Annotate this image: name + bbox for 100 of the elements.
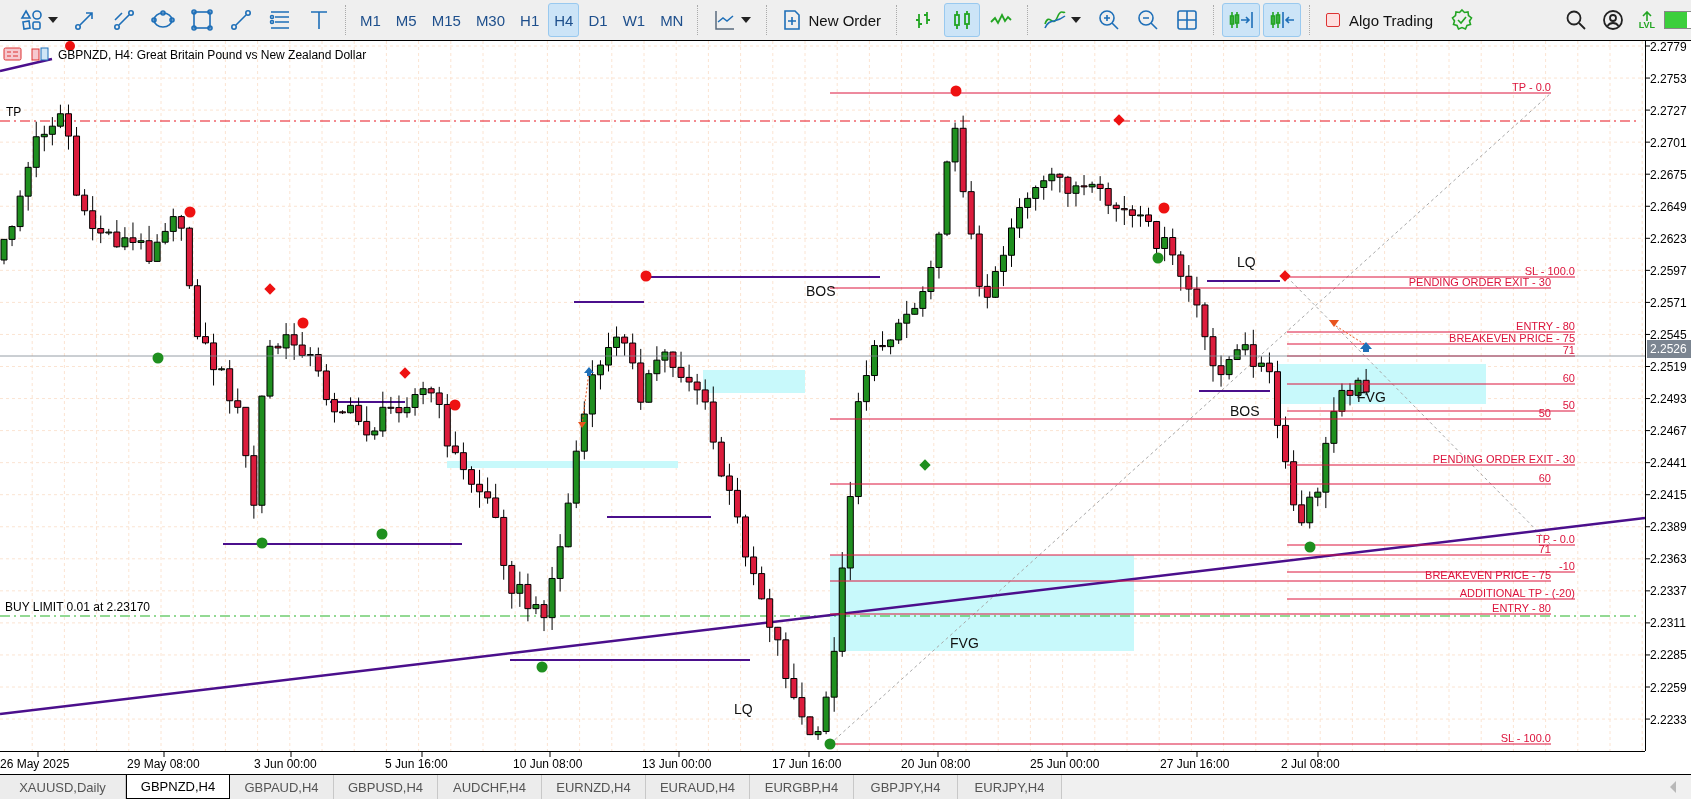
new-order-button[interactable]: New Order — [775, 3, 888, 37]
level-label: BREAKEVEN PRICE - 75 — [1449, 332, 1575, 344]
level-label: -10 — [1559, 560, 1575, 572]
timeframe-button[interactable]: MN — [654, 3, 690, 37]
order-label: BUY LIMIT 0.01 at 2.23170 — [5, 600, 150, 614]
diamond-marker — [399, 367, 411, 379]
price-tick: 2.2649 — [1650, 199, 1687, 214]
swing-high-marker — [297, 317, 309, 329]
swing-low-marker — [376, 528, 388, 540]
shift-button[interactable] — [1263, 3, 1301, 37]
price-tick: 2.2285 — [1650, 648, 1687, 663]
chart-tab[interactable]: EURNZD,H4 — [542, 775, 646, 799]
price-tick: 2.2441 — [1650, 456, 1687, 471]
swing-low-marker — [1304, 541, 1316, 553]
level-label: 71 — [1538, 543, 1551, 555]
price-tick: 2.2467 — [1650, 424, 1687, 439]
price-tick: 2.2233 — [1650, 712, 1687, 727]
timeframe-button[interactable]: H1 — [514, 3, 546, 37]
price-tick: 2.2727 — [1650, 103, 1687, 118]
timeframe-button[interactable]: W1 — [616, 3, 652, 37]
gear-check-icon — [1450, 8, 1475, 32]
time-tick: 25 Jun 00:00 — [1030, 757, 1100, 771]
rectangle-icon — [190, 8, 214, 32]
chart-tab[interactable]: GBPJPY,H4 — [854, 775, 958, 799]
timeframe-button[interactable]: H4 — [548, 3, 580, 37]
price-tick: 2.2571 — [1650, 295, 1687, 310]
level-label: 50 — [1538, 407, 1551, 419]
arrow-down-marker — [1329, 320, 1339, 327]
annotation-label: FVG — [950, 635, 979, 651]
caret-icon — [1071, 17, 1081, 23]
price-tick: 2.2701 — [1650, 135, 1687, 150]
price-tick: 2.2519 — [1650, 360, 1687, 374]
timeframe-button[interactable]: D1 — [582, 3, 614, 37]
price-tick: 2.2363 — [1650, 552, 1687, 567]
fibo-icon — [268, 8, 292, 32]
level-label: 50 — [1562, 399, 1575, 411]
price-tick: 2.2389 — [1650, 520, 1687, 535]
price-tick: 2.2311 — [1650, 616, 1686, 631]
autoscroll-button[interactable] — [1222, 3, 1260, 37]
chart-tab[interactable]: EURAUD,H4 — [646, 775, 750, 799]
level-label: ENTRY - 80 — [1492, 602, 1551, 614]
timeframe-button[interactable]: M5 — [389, 3, 423, 37]
time-tick: 10 Jun 08:00 — [513, 757, 583, 771]
diamond-marker — [919, 459, 931, 471]
zoom-in-icon — [1097, 8, 1121, 32]
current-price-tag: 2.2526 — [1647, 340, 1691, 358]
level-label: SL - 100.0 — [1500, 732, 1551, 744]
arrow-down-marker — [578, 422, 586, 428]
structure-line — [573, 301, 645, 303]
price-tick: 2.2623 — [1650, 231, 1687, 246]
algo-trading-button[interactable]: Algo Trading — [1318, 3, 1442, 37]
timeframe-button[interactable]: M30 — [469, 3, 512, 37]
diamond-marker — [1113, 114, 1125, 126]
chart-tab[interactable]: GBPAUD,H4 — [230, 775, 334, 799]
candles-chart-button[interactable] — [944, 3, 980, 37]
signal-meter — [1664, 11, 1691, 29]
shapes-icon — [20, 8, 44, 32]
swing-low-marker — [256, 537, 268, 549]
level-label: ADDITIONAL TP - (-20) — [1459, 587, 1575, 599]
user-icon — [1601, 9, 1624, 31]
swing-low-marker — [1152, 252, 1164, 264]
chart-tab[interactable]: EURGBP,H4 — [750, 775, 854, 799]
dotted-connector — [1335, 325, 1365, 345]
annotation-label: BOS — [1230, 403, 1260, 419]
time-tick: 2 Jul 08:00 — [1281, 757, 1340, 771]
chart-tab[interactable]: EURJPY,H4 — [958, 775, 1062, 799]
time-tick: 29 May 08:00 — [127, 757, 200, 771]
grid-icon — [1175, 8, 1199, 32]
timeframe-button[interactable]: M15 — [425, 3, 467, 37]
chart-tab[interactable]: GBPUSD,H4 — [334, 775, 438, 799]
swing-high-marker — [449, 399, 461, 411]
time-tick: 26 May 2025 — [0, 757, 70, 771]
chart-list-icon — [3, 47, 22, 61]
diamond-marker — [1279, 270, 1291, 282]
chart-tab[interactable]: AUDCHF,H4 — [438, 775, 542, 799]
swing-low-marker — [536, 661, 548, 673]
time-tick: 20 Jun 08:00 — [901, 757, 971, 771]
order-label: TP — [6, 105, 22, 119]
price-tick: 2.2415 — [1650, 488, 1687, 503]
level-label: PENDING ORDER EXIT - 30 — [1408, 276, 1551, 288]
level-label: SL - 100.0 — [1524, 265, 1575, 277]
price-tick: 2.2545 — [1650, 327, 1687, 342]
timeframe-button[interactable]: M1 — [354, 3, 387, 37]
swing-high-marker — [640, 270, 652, 282]
annotation-label: FVG — [1357, 389, 1386, 405]
time-tick: 17 Jun 16:00 — [772, 757, 842, 771]
level-label: 71 — [1562, 344, 1575, 356]
level-label: PENDING ORDER EXIT - 30 — [1432, 453, 1575, 465]
price-tick: 2.2259 — [1650, 680, 1687, 695]
line-icon — [229, 8, 253, 32]
chart-tab[interactable]: GBPNZD,H4 — [126, 775, 230, 799]
chart-title: GBPNZD, H4: Great Britain Pound vs New Zealand Dollar — [58, 48, 367, 62]
trend-line — [0, 57, 53, 73]
swing-high-marker — [184, 206, 196, 218]
level-label: 60 — [1562, 372, 1575, 384]
level-label: 60 — [1538, 472, 1551, 484]
level-label: TP - 0.0 — [1512, 81, 1551, 93]
chart-tab[interactable]: XAUUSD,Daily — [0, 775, 126, 799]
price-tick: 2.2337 — [1650, 584, 1687, 599]
trade-levels-icon — [31, 47, 49, 61]
